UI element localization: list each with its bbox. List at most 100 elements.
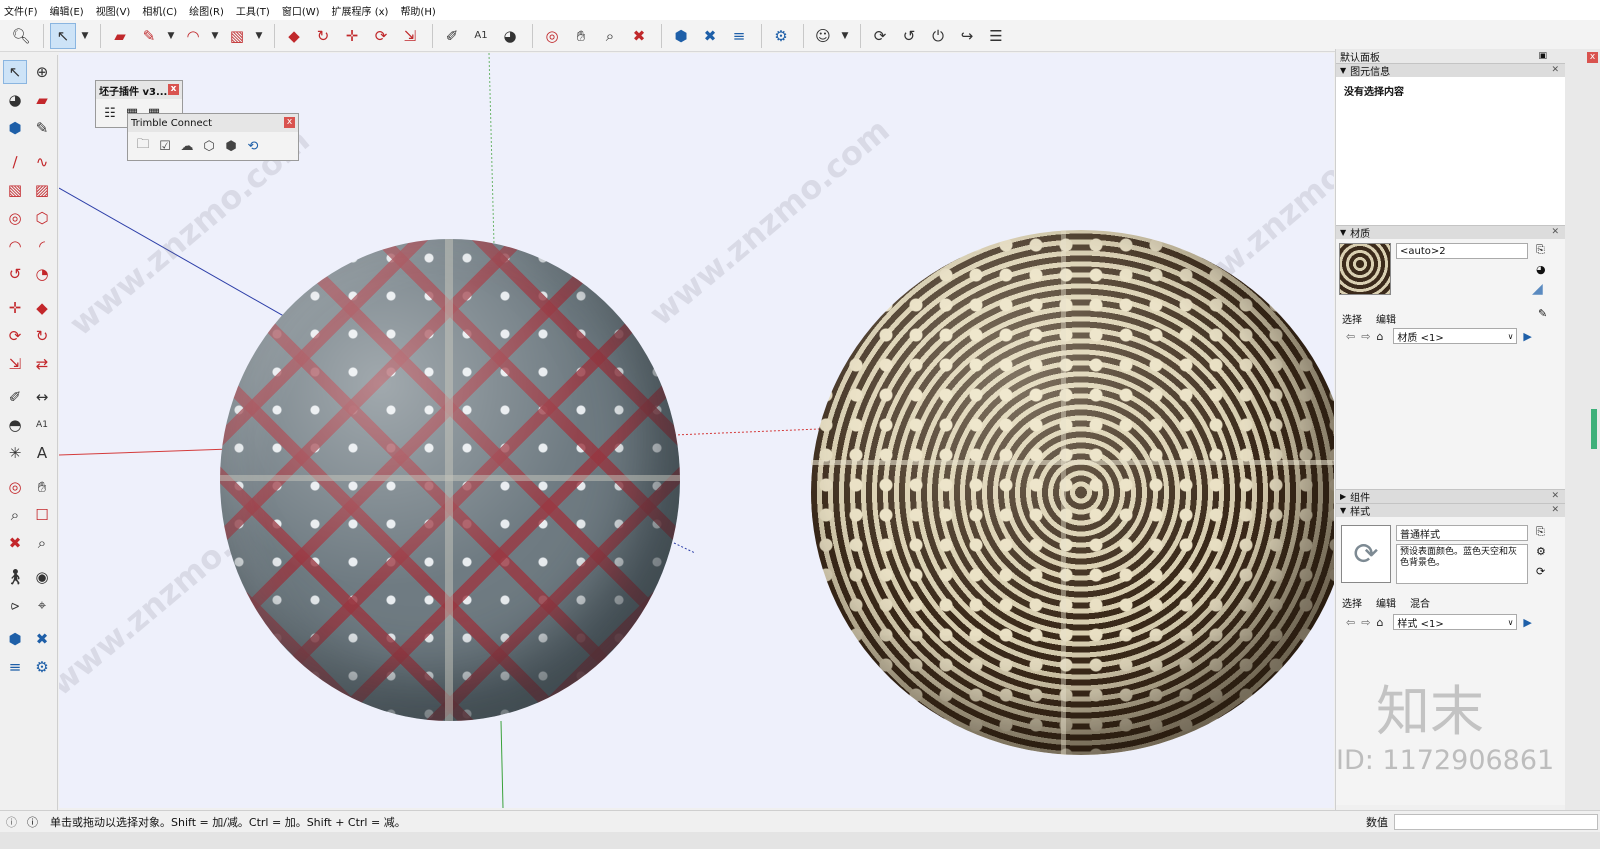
material-thumbnail[interactable] — [1339, 243, 1391, 295]
menu-tools[interactable]: 工具(T) — [236, 3, 270, 18]
follow-me-icon[interactable]: ↻ — [30, 324, 54, 348]
eraser-icon[interactable]: ▰ — [107, 23, 133, 49]
orbit-icon[interactable]: ◎ — [539, 23, 565, 49]
info-icon[interactable]: ⓘ — [27, 814, 38, 830]
style-name-field[interactable]: 普通样式 — [1396, 525, 1528, 541]
rectangle-icon[interactable]: ▧ — [3, 178, 27, 202]
arc-icon[interactable]: ◠ — [180, 23, 206, 49]
cube-sync-icon[interactable]: ⬢ — [220, 135, 242, 157]
account-dropdown-icon[interactable]: ▼ — [839, 23, 851, 49]
offset-icon[interactable]: ⇄ — [30, 352, 54, 376]
measurements-input[interactable] — [1394, 814, 1598, 830]
tab-edit[interactable]: 编辑 — [1376, 593, 1396, 612]
arc-icon[interactable]: ◠ — [3, 234, 27, 258]
zoom-icon[interactable]: ⌕ — [3, 503, 27, 527]
update-style-icon[interactable]: ⚙ — [1536, 545, 1546, 558]
component-icon[interactable]: ⬢ — [3, 116, 27, 140]
style-library-select[interactable]: 样式 <1> ∨ — [1393, 614, 1518, 630]
home-icon[interactable]: ⌂ — [1376, 330, 1383, 343]
close-icon[interactable]: x — [168, 84, 179, 95]
position-camera-icon[interactable]: 🚶︎ — [3, 565, 27, 589]
eyedropper-icon[interactable]: ✎ — [1538, 307, 1547, 320]
materials-header[interactable]: ▼ 材质 ✕ — [1336, 225, 1565, 240]
protractor-icon[interactable]: ◓ — [3, 413, 27, 437]
arc-dropdown-icon[interactable]: ▼ — [209, 23, 221, 49]
zoom-extents-icon[interactable]: ✖ — [626, 23, 652, 49]
zoom-icon[interactable]: ⌕ — [597, 23, 623, 49]
forward-icon[interactable]: ⇨ — [1361, 330, 1370, 343]
document-icon[interactable]: ☰ — [983, 23, 1009, 49]
style-description[interactable]: 预设表面颜色。蓝色天空和灰色背景色。 — [1396, 544, 1528, 584]
geo-location-icon[interactable]: ⓘ — [6, 814, 17, 830]
two-point-arc-icon[interactable]: ◜ — [30, 234, 54, 258]
scrollbar-thumb[interactable] — [1591, 409, 1597, 449]
paint-bucket-icon[interactable]: ◕ — [497, 23, 523, 49]
close-icon[interactable]: ✕ — [1551, 227, 1559, 237]
tape-measure-icon[interactable]: ✐ — [3, 385, 27, 409]
pie-icon[interactable]: ◔ — [30, 262, 54, 286]
select-tool-icon[interactable]: ↖ — [50, 22, 76, 49]
entity-info-header[interactable]: ▼ 图元信息 ✕ — [1336, 63, 1565, 78]
pencil-icon[interactable]: ✎ — [136, 23, 162, 49]
extension-manager-icon[interactable]: ⚙ — [30, 655, 54, 679]
layout-icon[interactable]: ≡ — [726, 23, 752, 49]
back-icon[interactable]: ⇦ — [1346, 616, 1355, 629]
account-icon[interactable]: ☺ — [810, 23, 836, 49]
styles-header[interactable]: ▼ 样式 ✕ — [1336, 503, 1565, 518]
tab-select[interactable]: 选择 — [1342, 593, 1362, 612]
rectangle-icon[interactable]: ▧ — [224, 23, 250, 49]
menu-extensions[interactable]: 扩展程序 (x) — [332, 3, 389, 18]
text-icon[interactable]: A1 — [468, 23, 494, 49]
select-tool-icon[interactable]: ↖ — [3, 60, 27, 84]
menu-view[interactable]: 视图(V) — [96, 3, 131, 18]
warehouse-icon[interactable]: ⬢ — [668, 23, 694, 49]
select-dropdown-icon[interactable]: ▼ — [79, 23, 91, 49]
rotated-rectangle-icon[interactable]: ▨ — [30, 178, 54, 202]
details-icon[interactable]: ▶ — [1523, 330, 1531, 343]
paint-bucket-icon[interactable]: ◕ — [3, 88, 27, 112]
open-project-icon[interactable]: 🗀︎ — [132, 135, 154, 157]
push-pull-icon[interactable]: ◆ — [30, 296, 54, 320]
dimension-icon[interactable]: ↔ — [30, 385, 54, 409]
sync-all-icon[interactable]: ↺ — [896, 23, 922, 49]
text-icon[interactable]: A1 — [30, 413, 54, 437]
close-icon[interactable]: ✕ — [1551, 505, 1559, 515]
zoom-extents-icon[interactable]: ✖ — [3, 531, 27, 555]
extension-warehouse-icon[interactable]: ✖ — [697, 23, 723, 49]
refresh-icon[interactable]: ⟳ — [1536, 565, 1545, 578]
search-icon[interactable]: 🔍︎ — [8, 23, 34, 49]
line-dropdown-icon[interactable]: ▼ — [165, 23, 177, 49]
close-icon[interactable]: ✕ — [1551, 65, 1559, 75]
eraser-icon[interactable]: ▰ — [30, 88, 54, 112]
layout-icon[interactable]: ≡ — [3, 655, 27, 679]
scale-icon[interactable]: ⇲ — [397, 23, 423, 49]
3d-text-icon[interactable]: A — [30, 441, 54, 465]
rotate-icon[interactable]: ⟳ — [3, 324, 27, 348]
create-style-icon[interactable]: ⎘ — [1536, 525, 1545, 539]
freehand-icon[interactable]: ∿ — [30, 150, 54, 174]
menu-draw[interactable]: 绘图(R) — [189, 3, 224, 18]
export-icon[interactable]: ↪ — [954, 23, 980, 49]
menu-help[interactable]: 帮助(H) — [400, 3, 435, 18]
tray-scrollbar[interactable]: x — [1565, 49, 1600, 810]
plugin-icon[interactable]: ⏻ — [925, 23, 951, 49]
tag-icon[interactable]: ✎ — [30, 116, 54, 140]
polygon-icon[interactable]: ⬡ — [30, 206, 54, 230]
menu-camera[interactable]: 相机(C) — [142, 3, 177, 18]
three-point-arc-icon[interactable]: ↺ — [3, 262, 27, 286]
bucket-icon[interactable]: ◕ — [1536, 263, 1546, 276]
menu-window[interactable]: 窗口(W) — [282, 3, 320, 18]
extension-warehouse-icon[interactable]: ✖ — [30, 627, 54, 651]
scale-icon[interactable]: ⇲ — [3, 352, 27, 376]
trimble-logo-icon[interactable]: ⟲ — [242, 135, 264, 157]
push-pull-icon[interactable]: ◆ — [281, 23, 307, 49]
pan-icon[interactable]: ✋︎ — [30, 475, 54, 499]
3d-viewport[interactable]: www.znzmo.com www.znzmo.com www.znzmo.co… — [59, 53, 1334, 808]
menu-file[interactable]: 文件(F) — [4, 3, 38, 18]
shape-dropdown-icon[interactable]: ▼ — [253, 23, 265, 49]
trimble-window-title[interactable]: Trimble Connect x — [128, 114, 298, 132]
details-icon[interactable]: ▶ — [1523, 616, 1531, 629]
line-icon[interactable]: ∕ — [3, 150, 27, 174]
lasso-select-icon[interactable]: ⊕ — [30, 60, 54, 84]
extension-manager-icon[interactable]: ⚙ — [768, 23, 794, 49]
